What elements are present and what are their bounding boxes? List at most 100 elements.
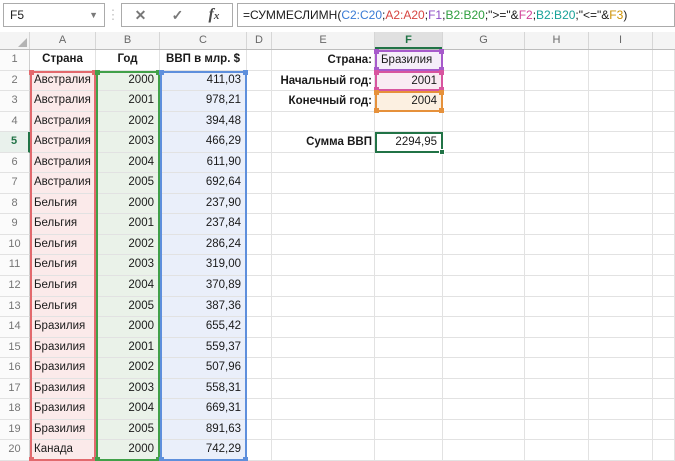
row-header[interactable]: 15 (0, 337, 30, 359)
cell-year[interactable]: 2000 (96, 440, 160, 461)
empty-cell[interactable] (443, 70, 525, 92)
empty-cell[interactable] (443, 255, 525, 277)
label-end-year[interactable]: Конечный год: (272, 91, 372, 112)
empty-cell[interactable] (443, 234, 525, 256)
empty-cell[interactable] (525, 70, 589, 92)
name-box-dropdown-icon[interactable]: ▼ (89, 10, 98, 20)
empty-cell[interactable] (247, 337, 272, 359)
cell-gdp[interactable]: 558,31 (160, 378, 247, 400)
empty-cell[interactable] (589, 91, 653, 112)
empty-cell[interactable] (525, 276, 589, 297)
empty-cell[interactable] (272, 317, 375, 338)
empty-cell[interactable] (589, 399, 653, 420)
column-header-i[interactable]: I (589, 32, 653, 49)
empty-cell[interactable] (247, 378, 272, 400)
empty-cell[interactable] (443, 276, 525, 297)
empty-cell[interactable] (589, 337, 653, 359)
empty-cell[interactable] (375, 440, 443, 461)
cell-gdp[interactable]: 692,64 (160, 173, 247, 194)
empty-cell[interactable] (375, 214, 443, 235)
empty-cell[interactable] (589, 70, 653, 92)
empty-cell[interactable] (247, 234, 272, 256)
cell-year[interactable]: 2000 (96, 193, 160, 215)
row-header[interactable]: 4 (0, 111, 30, 133)
cell-country[interactable]: Бельгия (30, 296, 96, 318)
column-header-h[interactable]: H (525, 32, 589, 49)
empty-cell[interactable] (525, 337, 589, 359)
empty-cell[interactable] (247, 296, 272, 318)
cell-year[interactable]: 2000 (96, 70, 160, 92)
empty-cell[interactable] (443, 152, 525, 174)
column-header-e[interactable]: E (272, 32, 375, 49)
formula-bar[interactable]: =СУММЕСЛИМН(C2:C20;A2:A20;F1;B2:B20;">="… (237, 3, 675, 27)
row-header[interactable]: 16 (0, 358, 30, 379)
empty-cell[interactable] (272, 152, 375, 174)
empty-cell[interactable] (375, 70, 443, 92)
empty-cell[interactable] (589, 111, 653, 133)
enter-icon[interactable]: ✓ (172, 7, 184, 24)
empty-cell[interactable] (375, 378, 443, 400)
empty-cell[interactable] (272, 214, 375, 235)
empty-cell[interactable] (375, 255, 443, 277)
empty-cell[interactable] (247, 358, 272, 379)
cell-year[interactable]: 2005 (96, 419, 160, 441)
empty-cell[interactable] (589, 173, 653, 194)
empty-cell[interactable] (589, 50, 653, 71)
cell-gdp[interactable]: 978,21 (160, 91, 247, 112)
empty-cell[interactable] (589, 440, 653, 461)
empty-cell[interactable] (443, 358, 525, 379)
empty-cell[interactable] (525, 440, 589, 461)
empty-cell[interactable] (247, 91, 272, 112)
row-header[interactable]: 12 (0, 276, 30, 297)
cell-year[interactable]: 2003 (96, 132, 160, 153)
empty-cell[interactable] (443, 419, 525, 441)
empty-cell[interactable] (247, 440, 272, 461)
empty-cell[interactable] (272, 173, 375, 194)
empty-cell[interactable] (443, 214, 525, 235)
empty-cell[interactable] (589, 276, 653, 297)
cell-gdp[interactable]: 411,03 (160, 70, 247, 92)
cell-gdp[interactable]: 237,90 (160, 193, 247, 215)
empty-cell[interactable] (247, 317, 272, 338)
cell-country[interactable]: Австралия (30, 111, 96, 133)
cell-gdp[interactable]: 466,29 (160, 132, 247, 153)
empty-cell[interactable] (443, 132, 525, 153)
empty-cell[interactable] (247, 193, 272, 215)
cell-year[interactable]: 2001 (96, 91, 160, 112)
empty-cell[interactable] (525, 358, 589, 379)
empty-cell[interactable] (375, 234, 443, 256)
empty-cell[interactable] (375, 317, 443, 338)
cell-year[interactable]: 2000 (96, 317, 160, 338)
cell-year[interactable]: 2002 (96, 111, 160, 133)
cell-gdp[interactable]: 319,00 (160, 255, 247, 277)
empty-cell[interactable] (525, 419, 589, 441)
empty-cell[interactable] (247, 173, 272, 194)
cell-year[interactable]: 2005 (96, 173, 160, 194)
empty-cell[interactable] (272, 296, 375, 318)
cancel-icon[interactable]: ✕ (135, 7, 147, 24)
cell-country[interactable]: Австралия (30, 152, 96, 174)
row-header[interactable]: 17 (0, 378, 30, 400)
cell-year[interactable]: 2002 (96, 358, 160, 379)
cell-year[interactable]: 2004 (96, 399, 160, 420)
cell-country[interactable]: Австралия (30, 173, 96, 194)
empty-cell[interactable] (375, 399, 443, 420)
row-header[interactable]: 8 (0, 193, 30, 215)
empty-cell[interactable] (525, 234, 589, 256)
empty-cell[interactable] (443, 296, 525, 318)
row-header[interactable]: 11 (0, 255, 30, 277)
cell-country[interactable]: Бельгия (30, 255, 96, 277)
empty-cell[interactable] (247, 70, 272, 92)
empty-cell[interactable] (272, 358, 375, 379)
row-header[interactable]: 19 (0, 419, 30, 441)
empty-cell[interactable] (589, 193, 653, 215)
empty-cell[interactable] (525, 152, 589, 174)
cell-gdp[interactable]: 286,24 (160, 234, 247, 256)
empty-cell[interactable] (375, 173, 443, 194)
row-header[interactable]: 10 (0, 234, 30, 256)
empty-cell[interactable] (272, 111, 375, 133)
empty-cell[interactable] (443, 193, 525, 215)
column-header-d[interactable]: D (247, 32, 272, 49)
empty-cell[interactable] (525, 296, 589, 318)
column-header-g[interactable]: G (443, 32, 525, 49)
